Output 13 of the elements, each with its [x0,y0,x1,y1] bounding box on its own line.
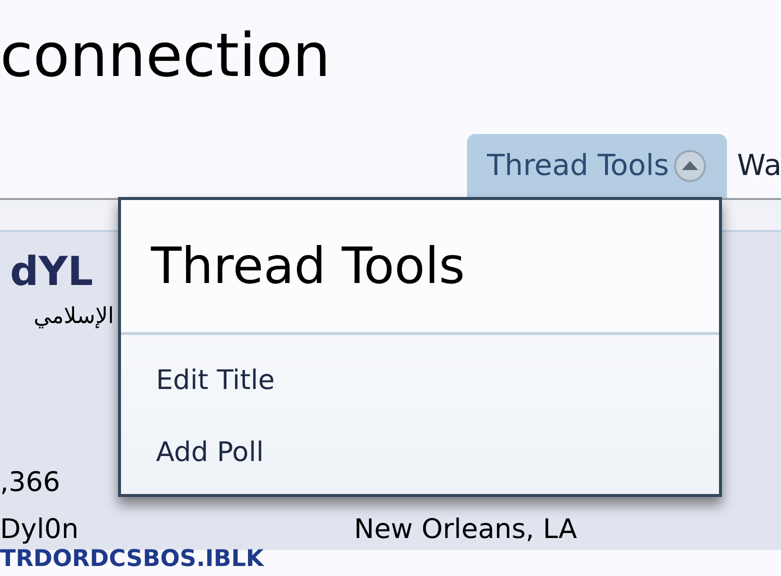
stat-value: New Orleans, LA [354,512,577,547]
collapse-icon [673,149,708,183]
username[interactable]: dYL [10,252,94,292]
stat-value: Dyl0n [0,514,79,545]
tab[interactable]: Wa [737,134,781,198]
thread-tools-tab[interactable]: Thread Tools [467,134,727,198]
stat-value: ,366 [0,466,60,498]
menu-item[interactable]: Edit Title [121,345,719,417]
user-title: الإسلامي [34,304,114,329]
signature-text: TRDORDCSBOS.IBLK [0,546,264,572]
thread-heading: connection [0,26,331,86]
menu-title: Thread Tools [151,236,465,296]
menu-item[interactable]: Add Poll [121,417,719,489]
